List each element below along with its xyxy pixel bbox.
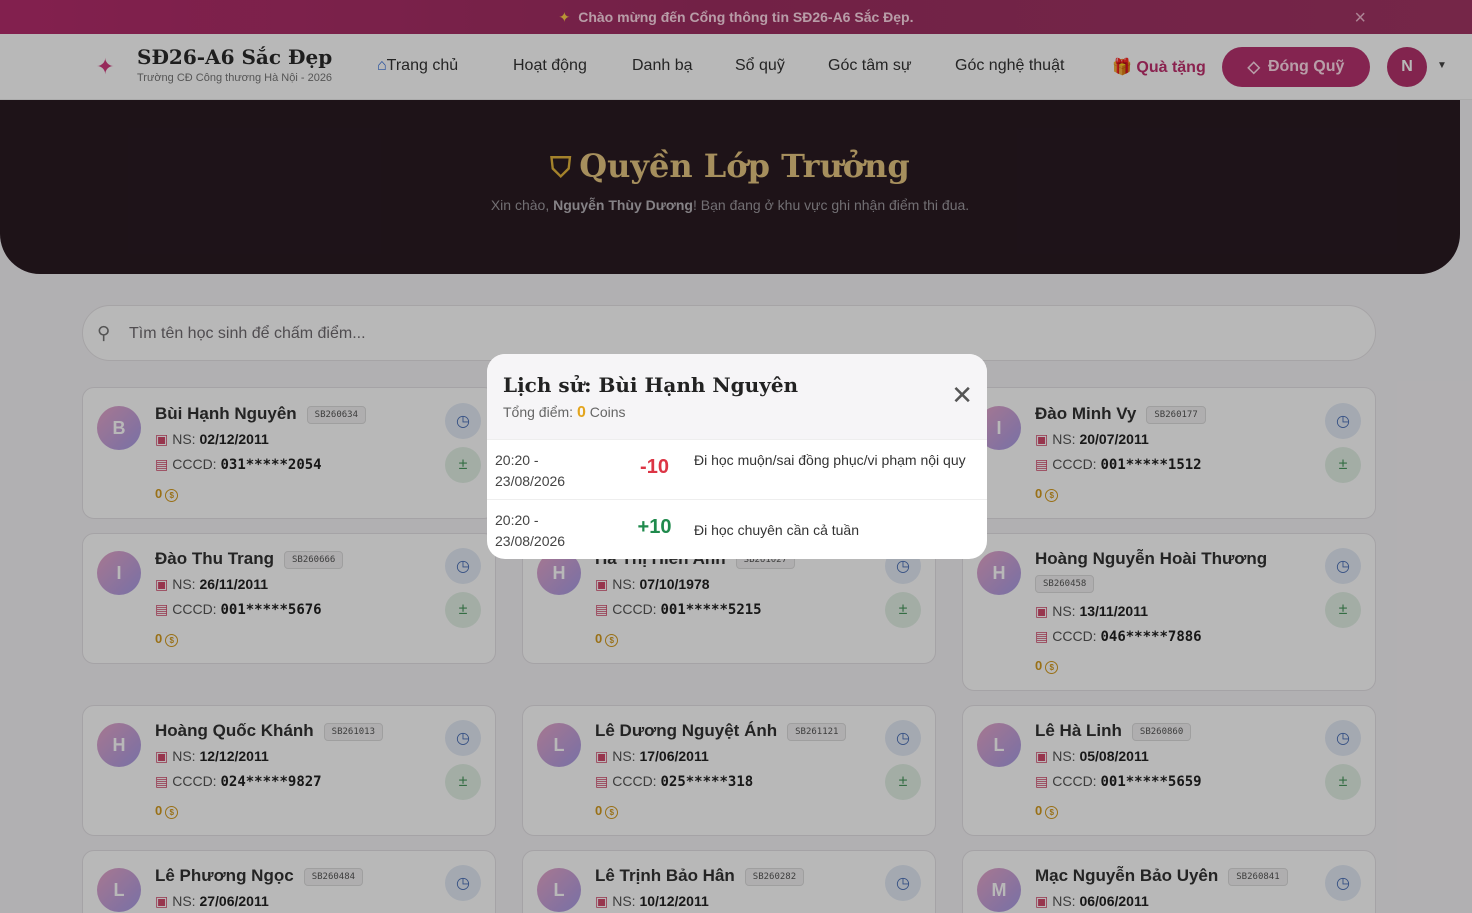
history-time: 20:20 - bbox=[495, 452, 539, 468]
modal-header: Lịch sử: Bùi Hạnh Nguyên Tổng điểm: 0 Co… bbox=[487, 354, 987, 440]
total-unit: Coins bbox=[589, 404, 626, 420]
history-points: +10 bbox=[637, 516, 672, 538]
total-label: Tổng điểm: bbox=[503, 404, 574, 420]
history-modal: Lịch sử: Bùi Hạnh Nguyên Tổng điểm: 0 Co… bbox=[487, 354, 987, 559]
history-reason: Đi học chuyên cần cả tuần bbox=[694, 522, 859, 538]
history-date: 23/08/2026 bbox=[495, 533, 566, 549]
history-row: 20:20 - 23/08/2026 +10 Đi học chuyên cần… bbox=[487, 500, 987, 559]
history-time: 20:20 - bbox=[495, 512, 539, 528]
history-reason: Đi học muộn/sai đồng phục/vi phạm nội qu… bbox=[694, 452, 966, 468]
history-points: -10 bbox=[640, 456, 669, 478]
close-icon[interactable]: ✕ bbox=[951, 382, 973, 408]
modal-total: Tổng điểm: 0 Coins bbox=[503, 404, 626, 422]
modal-title: Lịch sử: Bùi Hạnh Nguyên bbox=[503, 373, 799, 397]
history-row: 20:20 - 23/08/2026 -10 Đi học muộn/sai đ… bbox=[487, 440, 987, 500]
total-value: 0 bbox=[576, 404, 586, 421]
history-datetime: 20:20 - 23/08/2026 bbox=[495, 450, 605, 492]
history-datetime: 20:20 - 23/08/2026 bbox=[495, 510, 605, 552]
history-date: 23/08/2026 bbox=[495, 473, 566, 489]
